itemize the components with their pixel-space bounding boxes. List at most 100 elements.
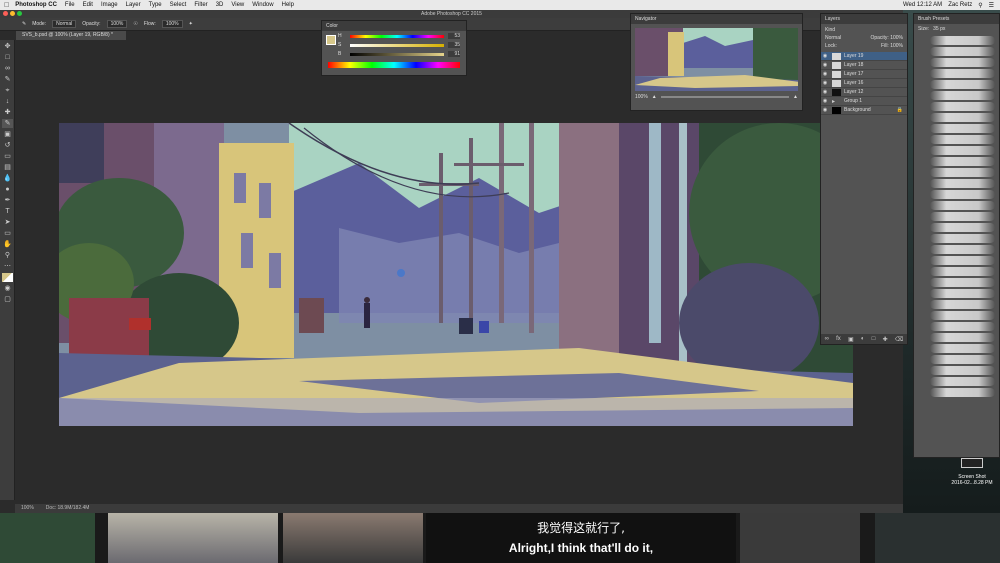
brush-preset[interactable] [930, 278, 995, 287]
eraser-tool-icon[interactable]: ▭ [2, 152, 13, 161]
eye-icon[interactable]: ◉ [821, 52, 829, 61]
layers-lock[interactable]: Lock: [825, 43, 837, 49]
brush-preset[interactable] [930, 267, 995, 276]
brush-preset[interactable] [930, 322, 995, 331]
blur-tool-icon[interactable]: 💧 [2, 174, 13, 183]
lasso-tool-icon[interactable]: ∞ [2, 64, 13, 73]
zoom-in-icon[interactable]: ▲ [793, 94, 798, 100]
layers-opacity[interactable]: Opacity: 100% [870, 35, 903, 41]
type-tool-icon[interactable]: T [2, 207, 13, 216]
navigator-zoom-value[interactable]: 100% [635, 94, 648, 100]
history-brush-icon[interactable]: ↺ [2, 141, 13, 150]
brush-preset[interactable] [930, 91, 995, 100]
gradient-tool-icon[interactable]: ▤ [2, 163, 13, 172]
eye-icon[interactable]: ◉ [821, 79, 829, 88]
brush-preset[interactable] [930, 223, 995, 232]
brush-tool-icon[interactable]: ✎ [22, 21, 26, 27]
eye-icon[interactable]: ◉ [821, 61, 829, 70]
zoom-out-icon[interactable]: ▲ [652, 94, 657, 100]
brush-preset[interactable] [930, 47, 995, 56]
brush-presets-header[interactable]: Brush Presets [914, 14, 999, 24]
brush-preset[interactable] [930, 179, 995, 188]
quick-select-tool-icon[interactable]: ✎ [2, 75, 13, 84]
opacity-field[interactable]: 100% [106, 20, 128, 28]
new-group-icon[interactable]: □ [872, 336, 876, 342]
layers-fill[interactable]: Fill: 100% [881, 43, 903, 49]
navigator-header[interactable]: Navigator [631, 14, 802, 24]
brightness-value[interactable]: 91 [448, 51, 460, 57]
clock[interactable]: Wed 12:12 AM [903, 2, 942, 8]
menu-window[interactable]: Window [252, 2, 273, 8]
brush-preset[interactable] [930, 135, 995, 144]
pen-tool-icon[interactable]: ✒ [2, 196, 13, 205]
path-select-icon[interactable]: ➤ [2, 218, 13, 227]
menu-help[interactable]: Help [282, 2, 294, 8]
layer-row[interactable]: ◉ Layer 19 [821, 52, 907, 61]
move-tool-icon[interactable]: ✥ [2, 42, 13, 51]
airbrush-icon[interactable]: ✦ [189, 21, 193, 27]
brush-preset[interactable] [930, 124, 995, 133]
color-spectrum-bar[interactable] [328, 62, 460, 68]
layer-row[interactable]: ◉ Layer 12 [821, 88, 907, 97]
fx-icon[interactable]: fx [836, 336, 841, 342]
menu-type[interactable]: Type [149, 2, 162, 8]
brush-preset[interactable] [930, 366, 995, 375]
mask-icon[interactable]: ▣ [848, 336, 854, 343]
brush-preset[interactable] [930, 355, 995, 364]
hue-value[interactable]: 53 [448, 33, 460, 39]
layers-header[interactable]: Layers [821, 14, 907, 24]
brush-preset[interactable] [930, 311, 995, 320]
eye-icon[interactable]: ◉ [821, 97, 829, 106]
dodge-tool-icon[interactable]: ● [2, 185, 13, 194]
search-icon[interactable]: ⚲ [978, 2, 982, 9]
brush-preset[interactable] [930, 245, 995, 254]
brush-preset[interactable] [930, 146, 995, 155]
brush-preset[interactable] [930, 300, 995, 309]
foreground-color-swatch[interactable] [326, 35, 336, 45]
brush-preset[interactable] [930, 58, 995, 67]
brush-preset[interactable] [930, 388, 995, 397]
brush-preset[interactable] [930, 80, 995, 89]
menu-select[interactable]: Select [170, 2, 187, 8]
brush-preset[interactable] [930, 377, 995, 386]
eye-icon[interactable]: ◉ [821, 106, 829, 115]
marquee-tool-icon[interactable]: □ [2, 53, 13, 62]
color-panel-header[interactable]: Color [322, 21, 466, 31]
trash-icon[interactable]: ⌫ [895, 336, 903, 343]
color-swatch-icon[interactable] [2, 273, 13, 282]
zoom-icon[interactable] [17, 11, 22, 16]
close-icon[interactable] [3, 11, 8, 16]
more-tools-icon[interactable]: ⋯ [2, 262, 13, 271]
brush-preset[interactable] [930, 113, 995, 122]
menu-list-icon[interactable]: ☰ [989, 2, 994, 9]
brush-preset[interactable] [930, 234, 995, 243]
brush-preset[interactable] [930, 201, 995, 210]
new-layer-icon[interactable]: ✚ [883, 336, 888, 343]
quick-mask-icon[interactable]: ◉ [2, 284, 13, 293]
menu-3d[interactable]: 3D [216, 2, 224, 8]
layer-row[interactable]: ◉ Background 🔒 [821, 106, 907, 115]
brush-preset[interactable] [930, 190, 995, 199]
layers-blend-mode[interactable]: Normal [825, 35, 841, 41]
status-zoom[interactable]: 100% [21, 504, 34, 513]
crop-tool-icon[interactable]: ⌖ [2, 86, 13, 95]
brush-tool-icon[interactable]: ✎ [2, 119, 13, 128]
flow-field[interactable]: 100% [161, 20, 183, 28]
app-name[interactable]: Photoshop CC [15, 2, 57, 8]
eye-icon[interactable]: ◉ [821, 88, 829, 97]
menu-image[interactable]: Image [101, 2, 118, 8]
brush-preset[interactable] [930, 212, 995, 221]
menu-edit[interactable]: Edit [83, 2, 93, 8]
brush-preset[interactable] [930, 289, 995, 298]
brush-preset[interactable] [930, 157, 995, 166]
adjustment-icon[interactable]: ◐ [861, 336, 865, 342]
user-name[interactable]: Zac Retz [948, 2, 972, 8]
brightness-slider[interactable] [350, 52, 444, 56]
menu-filter[interactable]: Filter [194, 2, 207, 8]
layer-row[interactable]: ◉ Layer 18 [821, 61, 907, 70]
shape-tool-icon[interactable]: ▭ [2, 229, 13, 238]
minimize-icon[interactable] [10, 11, 15, 16]
navigator-zoom-slider[interactable] [660, 96, 790, 98]
brush-preset[interactable] [930, 36, 995, 45]
hue-slider[interactable] [350, 34, 444, 38]
